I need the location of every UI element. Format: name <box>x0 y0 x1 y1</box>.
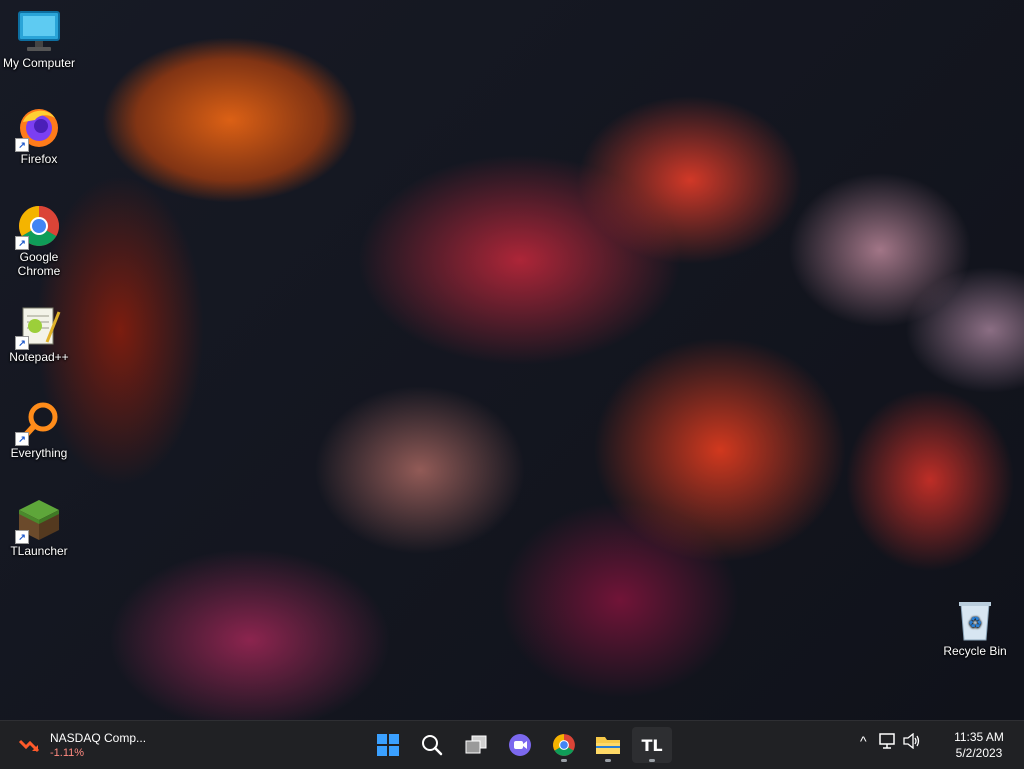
desktop-wallpaper <box>0 0 1024 720</box>
grass-block-icon: ↗ <box>15 498 61 544</box>
shortcut-arrow-icon: ↗ <box>15 336 29 350</box>
task-view-icon <box>465 735 487 754</box>
clock-date: 5/2/2023 <box>955 746 1003 760</box>
system-tray: ^ <box>860 733 921 749</box>
firefox-icon: ↗ <box>15 106 61 152</box>
search-icon <box>422 735 443 756</box>
taskbar-chrome[interactable] <box>544 727 584 763</box>
desktop-icon-label: Recycle Bin <box>943 644 1007 658</box>
desktop-icon-recycle-bin[interactable]: ♻ Recycle Bin <box>936 598 1014 658</box>
search-button[interactable] <box>412 727 452 763</box>
shortcut-arrow-icon: ↗ <box>15 236 29 250</box>
taskbar-tlauncher[interactable]: TL <box>632 727 672 763</box>
show-hidden-icons-chevron[interactable]: ^ <box>860 733 867 749</box>
stock-chart-icon <box>18 739 40 753</box>
stock-widget[interactable]: NASDAQ Comp... -1.11% <box>18 729 146 761</box>
running-indicator <box>561 759 567 762</box>
desktop-icon-my-computer[interactable]: My Computer <box>0 10 78 70</box>
desktop-icon-label: Notepad++ <box>9 350 69 364</box>
tlauncher-icon: TL <box>641 736 662 755</box>
folder-icon <box>596 737 620 754</box>
speaker-icon[interactable] <box>902 733 921 749</box>
taskbar-apps: TL <box>366 727 674 763</box>
network-icon[interactable] <box>878 733 897 749</box>
running-indicator <box>649 759 655 762</box>
svg-text:♻: ♻ <box>968 613 982 632</box>
taskbar-file-explorer[interactable] <box>588 727 628 763</box>
search-magnifier-icon: ↗ <box>15 400 61 446</box>
chat-button[interactable] <box>500 727 540 763</box>
shortcut-arrow-icon: ↗ <box>15 138 29 152</box>
chrome-icon: ↗ <box>15 204 61 250</box>
desktop-icon-everything[interactable]: ↗ Everything <box>0 400 78 460</box>
desktop-icon-label: TLauncher <box>10 544 68 558</box>
stock-widget-change: -1.11% <box>50 747 85 759</box>
stock-widget-title: NASDAQ Comp... <box>50 731 147 745</box>
chrome-icon <box>553 734 575 756</box>
running-indicator <box>605 759 611 762</box>
clock-time: 11:35 AM <box>954 730 1004 744</box>
desktop-icon-tlauncher[interactable]: ↗ TLauncher <box>0 498 78 558</box>
shortcut-arrow-icon: ↗ <box>15 432 29 446</box>
notepad-plus-plus-icon: ↗ <box>15 304 61 350</box>
recycle-bin-icon: ♻ <box>953 598 997 642</box>
desktop-icon-notepad-plus-plus[interactable]: ↗ Notepad++ <box>0 304 78 364</box>
taskbar-clock[interactable]: 11:35 AM 5/2/2023 <box>944 729 1014 761</box>
windows-start-icon <box>377 734 399 756</box>
task-view-button[interactable] <box>456 727 496 763</box>
taskbar: NASDAQ Comp... -1.11% TL ^ 11:35 AM 5/2/… <box>0 720 1024 769</box>
desktop-icon-firefox[interactable]: ↗ Firefox <box>0 106 78 166</box>
video-chat-icon <box>509 734 531 756</box>
shortcut-arrow-icon: ↗ <box>15 530 29 544</box>
desktop-icon-google-chrome[interactable]: ↗ Google Chrome <box>0 204 78 278</box>
desktop-icon-label: Google Chrome <box>17 250 61 278</box>
desktop-icon-label: Everything <box>10 446 68 460</box>
start-button[interactable] <box>368 727 408 763</box>
desktop-icon-label: Firefox <box>20 152 58 166</box>
svg-text:TL: TL <box>641 736 662 755</box>
desktop-icon-label: My Computer <box>2 56 76 70</box>
monitor-icon <box>17 10 61 54</box>
